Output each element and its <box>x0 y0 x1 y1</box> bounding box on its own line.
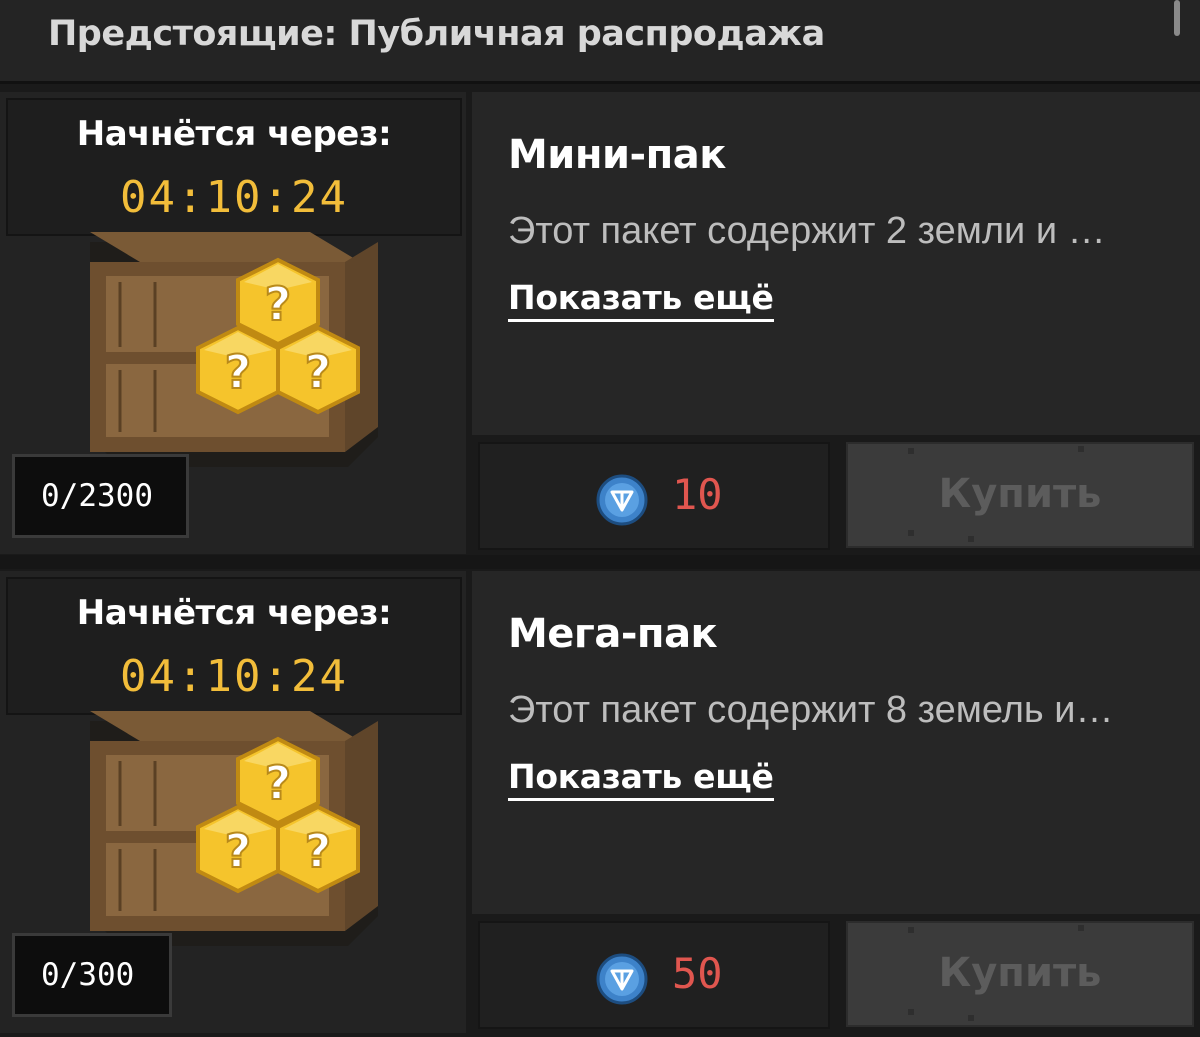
supply-count-badge: 0/300 <box>12 933 172 1017</box>
countdown-box: Начнётся через: 04:10:24 <box>6 577 462 715</box>
pack-info: Мини-пак Этот пакет содержит 2 земли и …… <box>472 92 1200 435</box>
page-title: Предстоящие: Публичная распродажа <box>48 14 825 54</box>
countdown-label: Начнётся через: <box>76 593 392 633</box>
pack-title: Мега-пак <box>508 611 718 657</box>
mystery-crate-icon <box>60 232 390 477</box>
ton-coin-icon <box>596 953 648 1005</box>
buy-button-label: Купить <box>938 950 1102 996</box>
scrollbar[interactable] <box>1174 0 1180 36</box>
pack-info: Мега-пак Этот пакет содержит 8 земель и…… <box>472 571 1200 914</box>
buy-button[interactable]: Купить <box>846 442 1194 548</box>
card-divider <box>0 555 1200 569</box>
price-box: 10 <box>478 442 830 550</box>
buy-button[interactable]: Купить <box>846 921 1194 1027</box>
pack-card: Начнётся через: 04:10:24 0/300 Мега-пак … <box>0 571 1200 1033</box>
price-value: 50 <box>672 949 723 998</box>
pack-description: Этот пакет содержит 8 земель и… <box>508 689 1114 731</box>
countdown-box: Начнётся через: 04:10:24 <box>6 98 462 236</box>
mystery-crate-icon <box>60 711 390 956</box>
countdown-timer: 04:10:24 <box>120 651 348 702</box>
show-more-link[interactable]: Показать ещё <box>508 757 774 801</box>
buy-button-label: Купить <box>938 471 1102 517</box>
ton-coin-icon <box>596 474 648 526</box>
countdown-timer: 04:10:24 <box>120 172 348 223</box>
countdown-label: Начнётся через: <box>76 114 392 154</box>
supply-count-badge: 0/2300 <box>12 454 189 538</box>
price-box: 50 <box>478 921 830 1029</box>
pack-description: Этот пакет содержит 2 земли и … <box>508 210 1106 252</box>
pack-preview: Начнётся через: 04:10:24 0/2300 <box>0 92 466 554</box>
price-value: 10 <box>672 470 723 519</box>
show-more-link[interactable]: Показать ещё <box>508 278 774 322</box>
header: Предстоящие: Публичная распродажа <box>0 0 1200 84</box>
pack-title: Мини-пак <box>508 132 726 178</box>
pack-card: Начнётся через: 04:10:24 0/2300 Мини-пак… <box>0 92 1200 554</box>
pack-preview: Начнётся через: 04:10:24 0/300 <box>0 571 466 1033</box>
